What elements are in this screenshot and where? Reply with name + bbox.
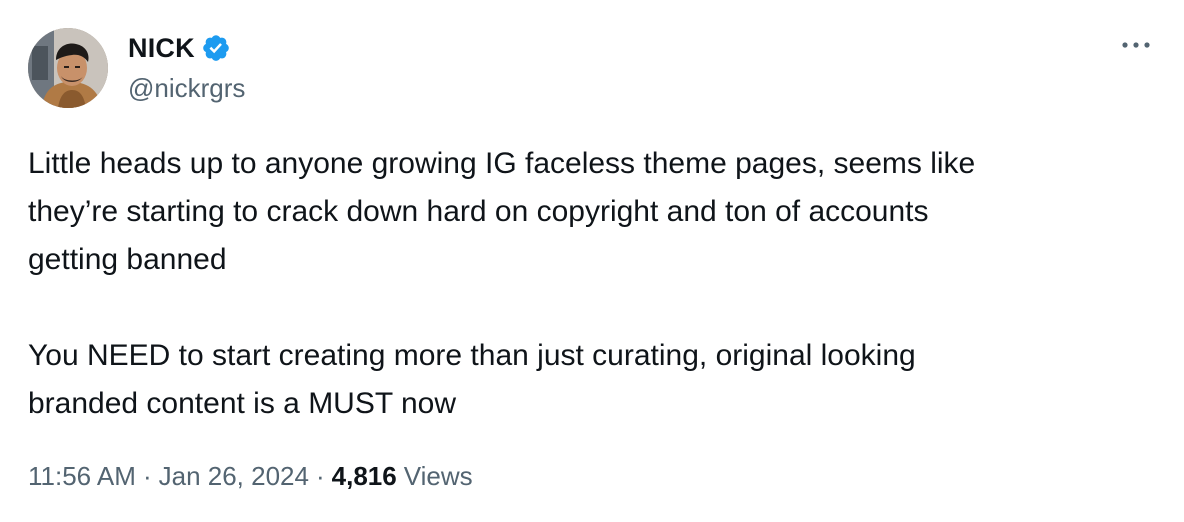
views-label[interactable]: Views xyxy=(404,456,473,496)
tweet-card: NICK @nickrgrs Little heads up to anyone… xyxy=(0,0,1184,522)
author-identity: NICK @nickrgrs xyxy=(128,28,245,108)
more-options-button[interactable] xyxy=(1116,30,1156,60)
tweet-date[interactable]: Jan 26, 2024 xyxy=(159,456,309,496)
tweet-meta: 11:56 AM · Jan 26, 2024 · 4,816 Views xyxy=(28,456,473,496)
avatar-photo-icon xyxy=(28,28,108,108)
meta-separator: · xyxy=(315,461,325,491)
tweet-paragraph: Little heads up to anyone growing IG fac… xyxy=(28,147,976,276)
tweet-text: Little heads up to anyone growing IG fac… xyxy=(28,140,1148,428)
more-options-icon xyxy=(1122,42,1150,48)
tweet-paragraph: You NEED to start creating more than jus… xyxy=(28,339,916,420)
views-count[interactable]: 4,816 xyxy=(332,456,397,496)
name-row: NICK xyxy=(128,31,245,65)
display-name[interactable]: NICK xyxy=(128,31,195,65)
meta-separator: · xyxy=(142,461,152,491)
tweet-header: NICK @nickrgrs xyxy=(28,28,245,108)
author-handle[interactable]: @nickrgrs xyxy=(128,71,245,105)
verified-badge-icon[interactable] xyxy=(201,33,231,63)
tweet-time[interactable]: 11:56 AM xyxy=(28,456,136,496)
avatar[interactable] xyxy=(28,28,108,108)
